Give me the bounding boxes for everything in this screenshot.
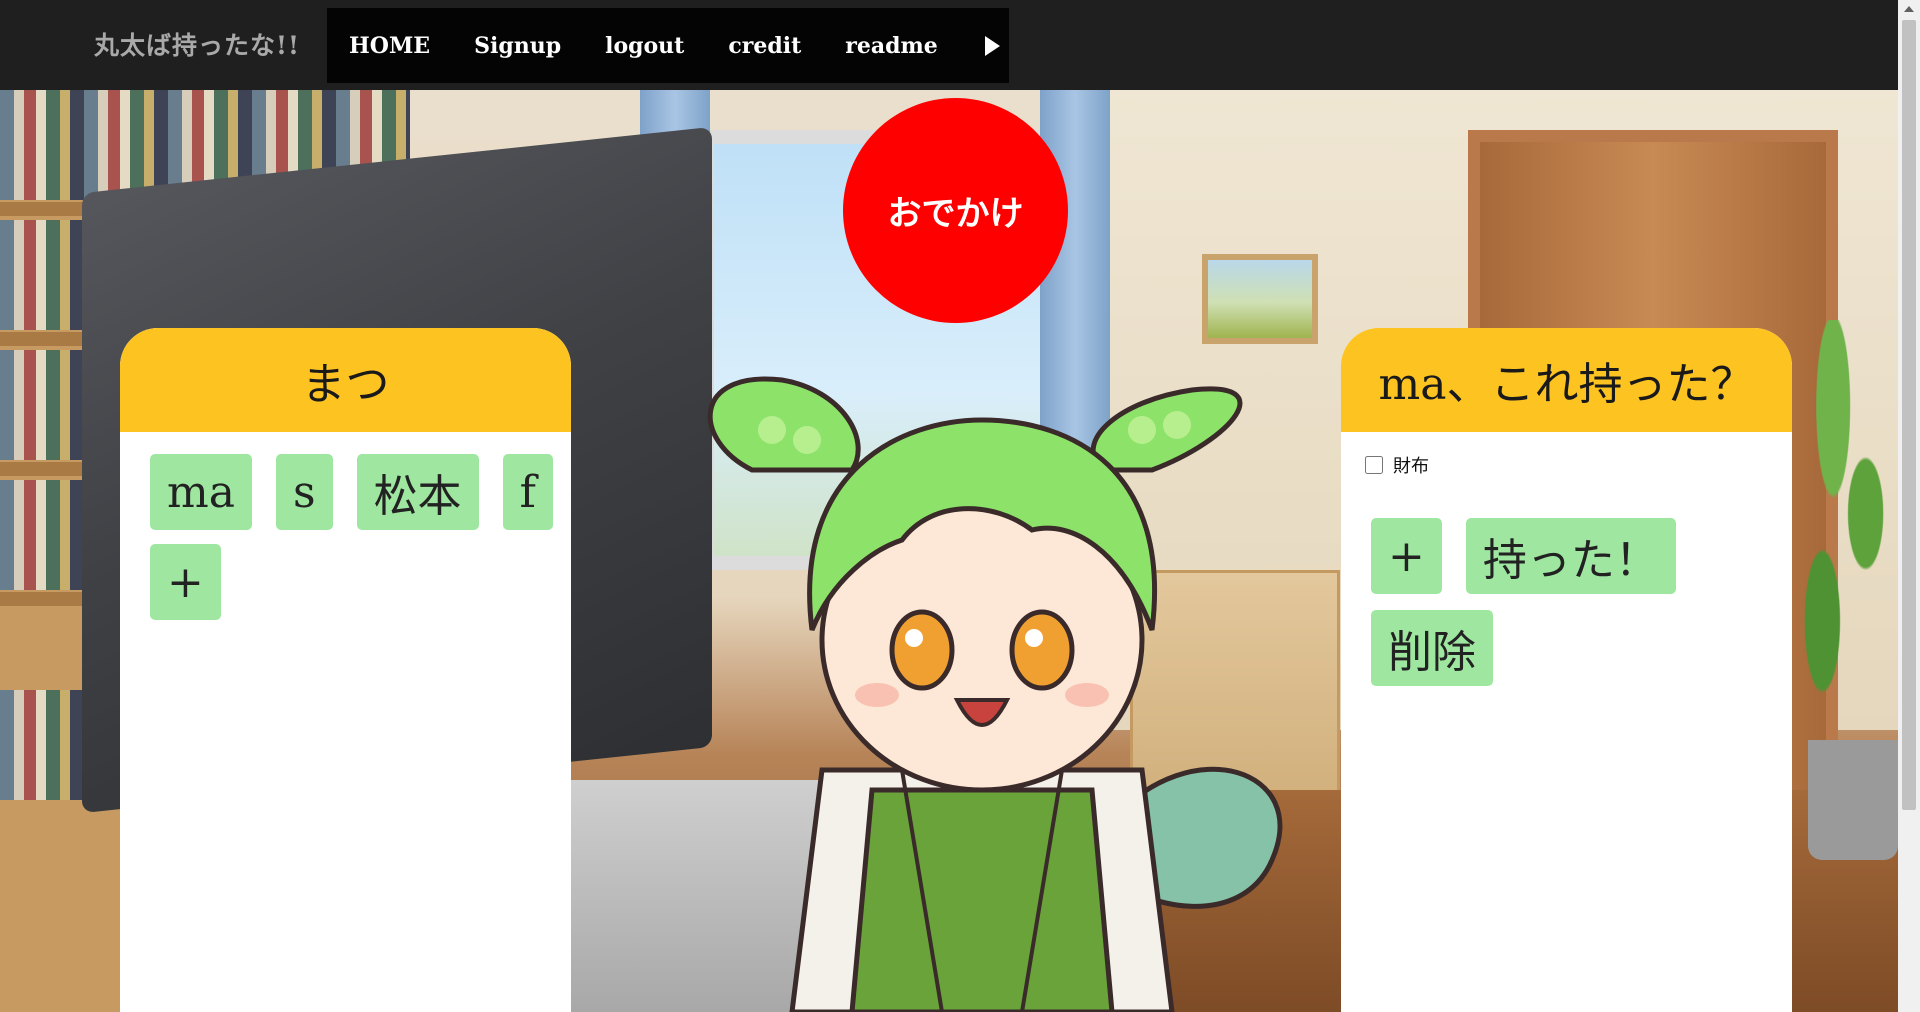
add-user-button[interactable]: +	[150, 544, 221, 620]
plant-icon	[1790, 320, 1898, 750]
checklist-item[interactable]: 財布	[1341, 432, 1792, 478]
scroll-up-arrow-icon[interactable]	[1904, 6, 1914, 12]
user-panel-title: まつ	[120, 328, 571, 432]
nav-signup[interactable]: Signup	[452, 33, 583, 59]
plant-pot	[1808, 740, 1898, 860]
user-panel: まつ ma s 松本 f +	[120, 328, 571, 1012]
mascot-character-icon	[707, 376, 1283, 1012]
checklist-panel: ma、これ持った？ 財布 + 持った！ 削除	[1341, 328, 1792, 1012]
wall-painting	[1202, 254, 1318, 344]
add-item-button[interactable]: +	[1371, 518, 1442, 594]
nav-menu: HOME Signup logout credit readme	[327, 8, 1009, 83]
go-out-button[interactable]: おでかけ	[843, 98, 1068, 323]
nav-logout[interactable]: logout	[583, 33, 706, 59]
nav-home[interactable]: HOME	[327, 33, 452, 59]
scrollbar-thumb[interactable]	[1902, 20, 1916, 810]
user-chip[interactable]: f	[502, 454, 553, 530]
nav-readme[interactable]: readme	[823, 33, 960, 59]
nav-credit[interactable]: credit	[706, 33, 823, 59]
checklist-actions: + 持った！ 削除	[1341, 478, 1741, 686]
checklist-panel-title: ma、これ持った？	[1341, 328, 1792, 432]
user-chip[interactable]: 松本	[356, 454, 479, 530]
user-chip[interactable]: ma	[150, 454, 252, 530]
done-button[interactable]: 持った！	[1465, 518, 1676, 594]
checklist-item-label: 財布	[1393, 456, 1429, 477]
user-chip-list: ma s 松本 f +	[120, 432, 571, 620]
play-icon[interactable]	[984, 35, 1000, 56]
site-brand[interactable]: 丸太ば持ったな!!	[94, 26, 300, 62]
checklist-item-checkbox[interactable]	[1365, 456, 1383, 474]
top-navbar: 丸太ば持ったな!! HOME Signup logout credit read…	[0, 0, 1898, 90]
user-chip[interactable]: s	[275, 454, 333, 530]
delete-button[interactable]: 削除	[1371, 610, 1493, 686]
page-scrollbar[interactable]	[1898, 0, 1920, 1012]
